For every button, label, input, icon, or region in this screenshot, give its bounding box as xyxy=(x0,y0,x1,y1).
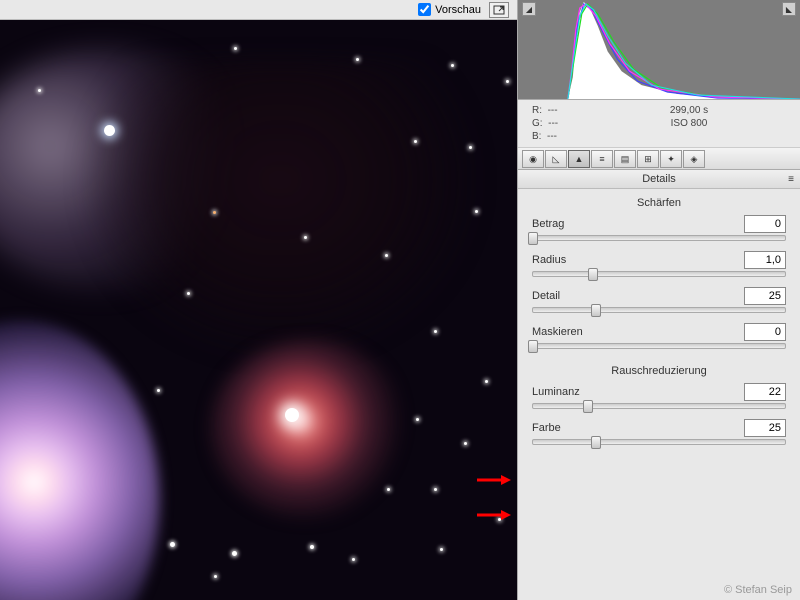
radius-input[interactable] xyxy=(744,251,786,269)
luminance-slider[interactable] xyxy=(532,403,786,409)
preview-pane: Vorschau xyxy=(0,0,517,600)
masking-thumb[interactable] xyxy=(528,340,538,353)
detail-slider-row: Detail xyxy=(518,285,800,321)
exposure-value: 299,00 s xyxy=(592,104,786,117)
amount-thumb[interactable] xyxy=(528,232,538,245)
preview-checkbox[interactable] xyxy=(418,3,431,16)
panel-title: Details xyxy=(642,173,676,185)
radius-slider[interactable] xyxy=(532,271,786,277)
luminance-input[interactable] xyxy=(744,383,786,401)
masking-input[interactable] xyxy=(744,323,786,341)
arrow-annotation xyxy=(477,507,511,517)
radius-slider-row: Radius xyxy=(518,249,800,285)
radius-thumb[interactable] xyxy=(588,268,598,281)
amount-slider[interactable] xyxy=(532,235,786,241)
histogram[interactable]: ◢ ◣ xyxy=(518,0,800,100)
noise-section-title: Rauschreduzierung xyxy=(518,357,800,381)
exif-info: R: --- G: --- B: --- 299,00 s ISO 800 xyxy=(518,100,800,148)
detail-input[interactable] xyxy=(744,287,786,305)
amount-slider-row: Betrag xyxy=(518,213,800,249)
detail-thumb[interactable] xyxy=(591,304,601,317)
panel-tabs: ◉ ◺ ▲ ≡ ▤ ⊞ ✦ ◈ xyxy=(518,148,800,170)
tab-basic-icon[interactable]: ◉ xyxy=(522,150,544,168)
preview-toolbar: Vorschau xyxy=(0,0,517,20)
sharpen-section-title: Schärfen xyxy=(518,189,800,213)
amount-label: Betrag xyxy=(532,218,564,230)
preview-label-text: Vorschau xyxy=(435,4,481,16)
panel-menu-icon[interactable]: ≡ xyxy=(788,174,794,185)
iso-value: ISO 800 xyxy=(592,117,786,130)
masking-slider[interactable] xyxy=(532,343,786,349)
detail-label: Detail xyxy=(532,290,560,302)
masking-label: Maskieren xyxy=(532,326,583,338)
luminance-thumb[interactable] xyxy=(583,400,593,413)
tab-detail-icon[interactable]: ▲ xyxy=(568,150,590,168)
image-preview[interactable] xyxy=(0,20,517,600)
amount-input[interactable] xyxy=(744,215,786,233)
tab-lens-icon[interactable]: ⊞ xyxy=(637,150,659,168)
tab-fx-icon[interactable]: ✦ xyxy=(660,150,682,168)
luminance-label: Luminanz xyxy=(532,386,580,398)
color-slider[interactable] xyxy=(532,439,786,445)
preview-checkbox-label[interactable]: Vorschau xyxy=(418,3,481,16)
side-panel: ◢ ◣ R: --- G: --- B: --- 299,00 s ISO 80… xyxy=(517,0,800,600)
tab-split-icon[interactable]: ▤ xyxy=(614,150,636,168)
arrow-annotation xyxy=(477,472,511,482)
fullscreen-button[interactable] xyxy=(489,2,509,18)
tab-curve-icon[interactable]: ◺ xyxy=(545,150,567,168)
color-input[interactable] xyxy=(744,419,786,437)
tab-hsl-icon[interactable]: ≡ xyxy=(591,150,613,168)
masking-slider-row: Maskieren xyxy=(518,321,800,357)
color-thumb[interactable] xyxy=(591,436,601,449)
credit-text: © Stefan Seip xyxy=(724,584,792,596)
color-slider-row: Farbe xyxy=(518,417,800,453)
color-label: Farbe xyxy=(532,422,561,434)
radius-label: Radius xyxy=(532,254,566,266)
luminance-slider-row: Luminanz xyxy=(518,381,800,417)
detail-slider[interactable] xyxy=(532,307,786,313)
panel-title-bar: Details ≡ xyxy=(518,170,800,189)
tab-camera-icon[interactable]: ◈ xyxy=(683,150,705,168)
